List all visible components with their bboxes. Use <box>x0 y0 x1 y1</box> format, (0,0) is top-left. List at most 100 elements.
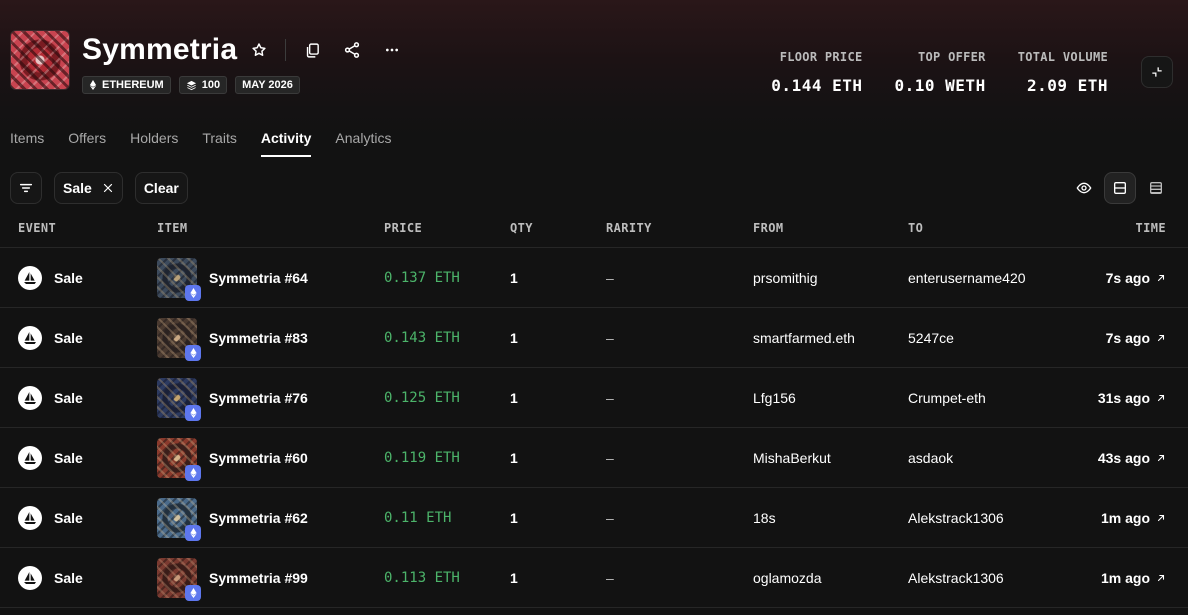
layers-icon <box>186 80 196 90</box>
external-link-icon[interactable] <box>1156 393 1166 403</box>
header-price[interactable]: PRICE <box>384 221 422 235</box>
event-cell: Sale <box>18 308 83 368</box>
comfortable-view-button[interactable] <box>1104 172 1136 204</box>
from-cell[interactable]: MishaBerkut <box>753 428 831 488</box>
header-event[interactable]: EVENT <box>18 221 56 235</box>
to-cell[interactable]: enterusername420 <box>908 248 1026 308</box>
time-cell[interactable]: 1m ago <box>1101 488 1166 548</box>
qty-cell: 1 <box>510 330 518 346</box>
external-link-icon[interactable] <box>1156 453 1166 463</box>
item-thumbnail[interactable] <box>157 558 201 601</box>
date-badge: MAY 2026 <box>235 76 300 94</box>
time-cell[interactable]: 31s ago <box>1098 368 1166 428</box>
event-label: Sale <box>54 270 83 286</box>
item-name[interactable]: Symmetria #62 <box>209 510 308 526</box>
item-cell[interactable]: Symmetria #64 <box>157 248 308 308</box>
compact-view-button[interactable] <box>1140 172 1172 204</box>
item-thumbnail[interactable] <box>157 318 201 361</box>
table-row[interactable]: Sale Symmetria #62 0.11 ETH 1 – 18s Alek… <box>0 488 1188 548</box>
header-to[interactable]: TO <box>908 221 923 235</box>
star-icon[interactable] <box>247 38 271 62</box>
external-link-icon[interactable] <box>1156 573 1166 583</box>
table-row[interactable]: Sale Symmetria #99 0.113 ETH 1 – oglamoz… <box>0 548 1188 608</box>
external-link-icon[interactable] <box>1156 513 1166 523</box>
tab-traits[interactable]: Traits <box>202 130 236 157</box>
to-cell[interactable]: Crumpet-eth <box>908 368 986 428</box>
item-name[interactable]: Symmetria #76 <box>209 390 308 406</box>
title-block: Symmetria ETHEREUM 100 MAY 2026 <box>82 30 404 94</box>
table-row[interactable]: Sale Symmetria #64 0.137 ETH 1 – prsomit… <box>0 248 1188 308</box>
qty-cell: 1 <box>510 570 518 586</box>
event-cell: Sale <box>18 548 83 608</box>
filter-button[interactable] <box>10 172 42 204</box>
header-time[interactable]: TIME <box>1136 221 1167 235</box>
header-rarity[interactable]: RARITY <box>606 221 652 235</box>
item-name[interactable]: Symmetria #99 <box>209 570 308 586</box>
event-label: Sale <box>54 510 83 526</box>
external-link-icon[interactable] <box>1156 333 1166 343</box>
collection-page: Symmetria ETHEREUM 100 MAY 2026 FLOOR PR… <box>0 0 1188 615</box>
supply-badge[interactable]: 100 <box>178 76 228 94</box>
close-icon[interactable] <box>102 182 114 194</box>
item-cell[interactable]: Symmetria #60 <box>157 428 308 488</box>
table-header: EVENT ITEM PRICE QTY RARITY FROM TO TIME <box>0 208 1188 248</box>
time-label: 7s ago <box>1105 270 1150 286</box>
item-cell[interactable]: Symmetria #76 <box>157 368 308 428</box>
tab-activity[interactable]: Activity <box>260 130 311 157</box>
to-cell[interactable]: Alekstrack1306 <box>908 488 1004 548</box>
clear-filters-button[interactable]: Clear <box>134 172 188 204</box>
event-cell: Sale <box>18 248 83 308</box>
sale-filter-chip[interactable]: Sale <box>54 172 123 204</box>
collapse-icon <box>1152 67 1162 77</box>
more-options-icon[interactable] <box>380 38 404 62</box>
item-cell[interactable]: Symmetria #99 <box>157 548 308 608</box>
qty-cell: 1 <box>510 450 518 466</box>
visibility-toggle[interactable] <box>1068 172 1100 204</box>
item-thumbnail[interactable] <box>157 258 201 301</box>
from-cell[interactable]: prsomithig <box>753 248 818 308</box>
event-cell: Sale <box>18 488 83 548</box>
item-thumbnail[interactable] <box>157 438 201 481</box>
header-qty[interactable]: QTY <box>510 221 533 235</box>
rarity-cell: – <box>606 570 614 586</box>
share-icon[interactable] <box>340 38 364 62</box>
tab-offers[interactable]: Offers <box>68 130 106 157</box>
from-cell[interactable]: Lfg156 <box>753 368 796 428</box>
collapse-header-button[interactable] <box>1141 56 1173 88</box>
item-name[interactable]: Symmetria #83 <box>209 330 308 346</box>
price-cell: 0.119 ETH <box>384 450 460 466</box>
item-cell[interactable]: Symmetria #62 <box>157 488 308 548</box>
from-cell[interactable]: oglamozda <box>753 548 822 608</box>
header-item[interactable]: ITEM <box>157 221 188 235</box>
from-cell[interactable]: 18s <box>753 488 776 548</box>
header-from[interactable]: FROM <box>753 221 784 235</box>
time-label: 43s ago <box>1097 450 1150 466</box>
stat-label: TOP OFFER <box>917 50 986 64</box>
item-name[interactable]: Symmetria #60 <box>209 450 308 466</box>
item-name[interactable]: Symmetria #64 <box>209 270 308 286</box>
time-cell[interactable]: 43s ago <box>1098 428 1166 488</box>
external-link-icon[interactable] <box>1156 273 1166 283</box>
item-thumbnail[interactable] <box>157 498 201 541</box>
tab-holders[interactable]: Holders <box>130 130 178 157</box>
item-cell[interactable]: Symmetria #83 <box>157 308 308 368</box>
tab-items[interactable]: Items <box>10 130 44 157</box>
to-cell[interactable]: Alekstrack1306 <box>908 548 1004 608</box>
price-cell: 0.113 ETH <box>384 570 460 586</box>
table-row[interactable]: Sale Symmetria #60 0.119 ETH 1 – MishaBe… <box>0 428 1188 488</box>
to-cell[interactable]: 5247ce <box>908 308 954 368</box>
from-cell[interactable]: smartfarmed.eth <box>753 308 855 368</box>
to-cell[interactable]: asdaok <box>908 428 953 488</box>
table-row[interactable]: Sale Symmetria #83 0.143 ETH 1 – smartfa… <box>0 308 1188 368</box>
table-row[interactable]: Sale Symmetria #76 0.125 ETH 1 – Lfg156 … <box>0 368 1188 428</box>
item-thumbnail[interactable] <box>157 378 201 421</box>
stat-top-offer: TOP OFFER 0.10 WETH <box>895 50 986 95</box>
chain-badge[interactable]: ETHEREUM <box>82 76 171 94</box>
time-label: 1m ago <box>1100 570 1150 586</box>
tab-analytics[interactable]: Analytics <box>335 130 391 157</box>
time-cell[interactable]: 1m ago <box>1101 548 1166 608</box>
event-label: Sale <box>54 390 83 406</box>
time-cell[interactable]: 7s ago <box>1106 248 1166 308</box>
copy-icon[interactable] <box>300 38 324 62</box>
time-cell[interactable]: 7s ago <box>1106 308 1166 368</box>
